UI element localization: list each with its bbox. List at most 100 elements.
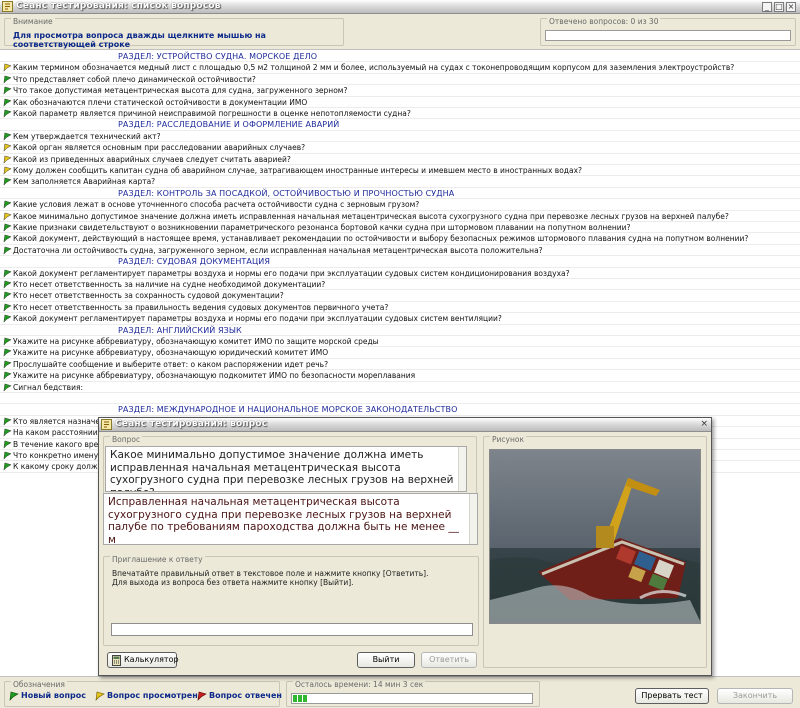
question-row[interactable]: Прослушайте сообщение и выберите ответ: … xyxy=(0,359,800,371)
question-text: Кем заполняется Аварийная карта? xyxy=(13,177,156,187)
question-text: Какой документ регламентирует параметры … xyxy=(13,314,502,324)
calculator-button[interactable]: Калькулятор xyxy=(107,652,179,668)
question-row[interactable]: Кем утверждается технический акт? xyxy=(0,131,800,143)
question-row[interactable]: Кем заполняется Аварийная карта? xyxy=(0,176,800,188)
window-title: Сеанс тестирования: список вопросов xyxy=(16,1,221,11)
question-picture xyxy=(489,449,701,624)
green-flag-icon xyxy=(3,98,12,107)
green-flag-icon xyxy=(3,132,12,141)
question-text: Кто несет ответственность за сохранность… xyxy=(13,291,284,301)
abort-test-button[interactable]: Прервать тест xyxy=(635,688,709,704)
main-titlebar[interactable]: Сеанс тестирования: список вопросов _ □ … xyxy=(0,0,800,14)
question-row[interactable]: Сигнал бедствия: xyxy=(0,382,800,393)
question-row[interactable]: Что такое допустимая метацентрическая вы… xyxy=(0,85,800,97)
attention-label: Внимание xyxy=(11,17,55,26)
section-title: РАЗДЕЛ: РАССЛЕДОВАНИЕ И ОФОРМЛЕНИЕ АВАРИ… xyxy=(118,120,340,130)
section-title: РАЗДЕЛ: УСТРОЙСТВО СУДНА. МОРСКОЕ ДЕЛО xyxy=(118,52,318,61)
answer-prompt-box: Исправленная начальная метацентрическая … xyxy=(103,493,478,546)
question-text: Какой документ, действующий в настоящее … xyxy=(13,234,749,244)
green-flag-icon xyxy=(9,691,19,701)
green-flag-icon xyxy=(3,383,12,392)
bottom-bar: Обозначения Новый вопрос Вопрос просмотр… xyxy=(0,676,800,708)
yellow-flag-icon xyxy=(95,691,105,701)
close-button[interactable]: × xyxy=(786,2,796,12)
question-row[interactable]: Укажите на рисунке аббревиатуру, обознач… xyxy=(0,336,800,348)
question-row[interactable]: Какие условия лежат в основе уточненного… xyxy=(0,199,800,211)
empty-row xyxy=(0,393,800,405)
time-progress-fill xyxy=(293,695,308,702)
question-scrollbar[interactable] xyxy=(458,447,466,491)
question-row[interactable]: Достаточна ли остойчивость судна, загруж… xyxy=(0,245,800,257)
maximize-button[interactable]: □ xyxy=(774,2,784,12)
green-flag-icon xyxy=(3,337,12,346)
question-label: Вопрос xyxy=(110,435,143,444)
minimize-button[interactable]: _ xyxy=(762,2,772,12)
answered-progress-bar xyxy=(545,30,791,41)
invite-label: Приглашение к ответу xyxy=(110,555,205,564)
question-row[interactable]: Укажите на рисунке аббревиатуру, обознач… xyxy=(0,370,800,382)
question-text: Укажите на рисунке аббревиатуру, обознач… xyxy=(13,348,329,358)
yellow-flag-icon xyxy=(3,64,12,73)
dialog-close-icon[interactable]: × xyxy=(700,419,708,429)
question-text: Укажите на рисунке аббревиатуру, обознач… xyxy=(13,337,379,346)
green-flag-icon xyxy=(3,269,12,278)
green-flag-icon xyxy=(3,86,12,95)
question-row[interactable]: Какой документ регламентирует параметры … xyxy=(0,313,800,325)
finish-button[interactable]: Закончить xyxy=(717,688,793,704)
question-row[interactable]: Какой документ регламентирует параметры … xyxy=(0,268,800,279)
answer-button[interactable]: Ответить xyxy=(421,652,477,668)
green-flag-icon xyxy=(3,360,12,369)
question-row[interactable]: Кто несет ответственность за правильност… xyxy=(0,302,800,314)
green-flag-icon xyxy=(3,451,12,460)
legend-group: Обозначения Новый вопрос Вопрос просмотр… xyxy=(4,681,282,707)
section-title: РАЗДЕЛ: СУДОВАЯ ДОКУМЕНТАЦИЯ xyxy=(118,257,271,267)
yellow-flag-icon xyxy=(3,166,12,175)
question-row[interactable]: Какой из приведенных аварийных случаев с… xyxy=(0,154,800,165)
question-text: Укажите на рисунке аббревиатуру, обознач… xyxy=(13,371,416,381)
question-row[interactable]: Что представляет собой плечо динамическо… xyxy=(0,74,800,86)
green-flag-icon xyxy=(3,223,12,232)
question-text: Кому должен сообщить капитан судна об ав… xyxy=(13,166,583,175)
top-info-bar: Внимание Для просмотра вопроса дважды ще… xyxy=(0,14,800,50)
question-row[interactable]: Кто несет ответственность за сохранность… xyxy=(0,290,800,302)
question-row[interactable]: Какой документ, действующий в настоящее … xyxy=(0,233,800,245)
question-text: Достаточна ли остойчивость судна, загруж… xyxy=(13,245,543,255)
question-text: Что конкретно именуем xyxy=(13,451,109,460)
question-row[interactable]: Кому должен сообщить капитан судна об ав… xyxy=(0,165,800,177)
question-row[interactable]: Как обозначаются плечи статической остой… xyxy=(0,97,800,108)
question-row[interactable]: Укажите на рисунке аббревиатуру, обознач… xyxy=(0,347,800,359)
dialog-title: Сеанс тестирования: вопрос xyxy=(115,419,268,429)
green-flag-icon xyxy=(3,109,12,118)
green-flag-icon xyxy=(3,280,12,289)
dialog-titlebar[interactable]: Сеанс тестирования: вопрос × xyxy=(99,418,711,432)
question-box: Какое минимально допустимое значение дол… xyxy=(105,446,467,492)
section-title: РАЗДЕЛ: АНГЛИЙСКИЙ ЯЗЫК xyxy=(118,325,242,335)
yellow-flag-icon xyxy=(3,212,12,221)
question-row[interactable]: Кто несет ответственность за наличие на … xyxy=(0,279,800,291)
question-text: Какой орган является основным при рассле… xyxy=(13,143,306,153)
time-group: Осталось времени: 14 мин 3 сек xyxy=(286,681,540,707)
green-flag-icon xyxy=(3,178,12,187)
question-row[interactable]: Какое минимально допустимое значение дол… xyxy=(0,211,800,222)
prompt-scrollbar[interactable] xyxy=(469,494,477,544)
question-row[interactable]: Каким термином обозначается медный лист … xyxy=(0,62,800,74)
green-flag-icon xyxy=(3,75,12,84)
calculator-icon xyxy=(112,655,121,666)
section-header-row: РАЗДЕЛ: МЕЖДУНАРОДНОЕ И НАЦИОНАЛЬНОЕ МОР… xyxy=(0,404,800,416)
question-text: Какой параметр является причиной неиспра… xyxy=(13,109,411,118)
question-row[interactable]: Какой параметр является причиной неиспра… xyxy=(0,108,800,120)
attention-hint: Для просмотра вопроса дважды щелкните мы… xyxy=(13,31,266,49)
green-flag-icon xyxy=(3,292,12,301)
green-flag-icon xyxy=(3,371,12,380)
section-header-row: РАЗДЕЛ: УСТРОЙСТВО СУДНА. МОРСКОЕ ДЕЛО xyxy=(0,51,800,63)
question-row[interactable]: Какой орган является основным при рассле… xyxy=(0,142,800,154)
question-text: Кто несет ответственность за правильност… xyxy=(13,302,389,312)
question-dialog: Сеанс тестирования: вопрос × Вопрос Како… xyxy=(98,417,712,676)
question-row[interactable]: Какие признаки свидетельствуют о возникн… xyxy=(0,222,800,234)
answer-input[interactable] xyxy=(111,623,473,636)
question-text: К какому сроку должны xyxy=(13,462,109,472)
question-text: Что представляет собой плечо динамическо… xyxy=(13,74,256,84)
exit-button[interactable]: Выйти xyxy=(357,652,415,668)
question-text: Какой документ регламентирует параметры … xyxy=(13,268,570,278)
section-header-row: РАЗДЕЛ: РАССЛЕДОВАНИЕ И ОФОРМЛЕНИЕ АВАРИ… xyxy=(0,119,800,131)
